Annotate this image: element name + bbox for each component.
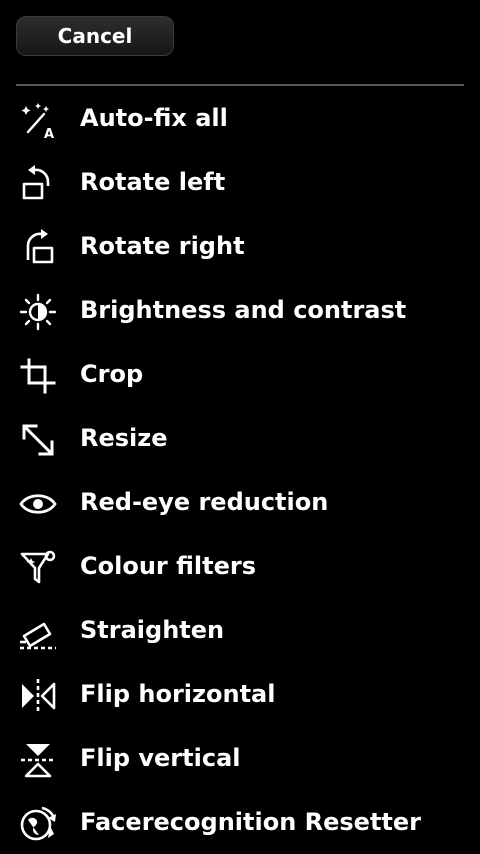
menu-item-label: Flip vertical: [80, 744, 241, 772]
menu-item-label: Resize: [80, 424, 168, 452]
menu-item-colour-filters[interactable]: Colour filters: [0, 534, 480, 598]
flip-horizontal-icon: [18, 676, 58, 716]
menu-item-facerecognition-resetter[interactable]: Facerecognition Resetter: [0, 790, 480, 854]
menu-item-rotate-left[interactable]: Rotate left: [0, 150, 480, 214]
straighten-icon: [18, 612, 58, 652]
menu-item-crop[interactable]: Crop: [0, 342, 480, 406]
colour-filter-icon: [18, 548, 58, 588]
menu-item-label: Colour filters: [80, 552, 256, 580]
menu-item-label: Facerecognition Resetter: [80, 808, 422, 836]
menu-item-label: Rotate right: [80, 232, 245, 260]
menu-item-label: Rotate left: [80, 168, 226, 196]
menu-item-flip-horizontal[interactable]: Flip horizontal: [0, 662, 480, 726]
menu-item-auto-fix-all[interactable]: A Auto-fix all: [0, 86, 480, 150]
menu-item-label: Flip horizontal: [80, 680, 276, 708]
resize-icon: [18, 420, 58, 460]
menu-item-resize[interactable]: Resize: [0, 406, 480, 470]
menu-item-straighten[interactable]: Straighten: [0, 598, 480, 662]
cancel-button[interactable]: Cancel: [16, 16, 174, 56]
edit-menu: A Auto-fix all Rotate left Rotate right: [0, 86, 480, 854]
menu-item-rotate-right[interactable]: Rotate right: [0, 214, 480, 278]
menu-item-label: Straighten: [80, 616, 225, 644]
menu-item-brightness-and-contrast[interactable]: Brightness and contrast: [0, 278, 480, 342]
svg-text:A: A: [44, 127, 54, 140]
header: Cancel: [0, 0, 480, 86]
menu-item-label: Auto-fix all: [80, 104, 228, 132]
menu-item-label: Crop: [80, 360, 144, 388]
face-recognition-icon: [18, 804, 58, 844]
menu-item-flip-vertical[interactable]: Flip vertical: [0, 726, 480, 790]
menu-item-label: Brightness and contrast: [80, 296, 407, 324]
brightness-icon: [18, 292, 58, 332]
eye-icon: [18, 484, 58, 524]
rotate-left-icon: [18, 164, 58, 204]
rotate-right-icon: [18, 228, 58, 268]
crop-icon: [18, 356, 58, 396]
magic-wand-icon: A: [18, 100, 58, 140]
flip-vertical-icon: [18, 740, 58, 780]
menu-item-red-eye-reduction[interactable]: Red-eye reduction: [0, 470, 480, 534]
menu-item-label: Red-eye reduction: [80, 488, 329, 516]
